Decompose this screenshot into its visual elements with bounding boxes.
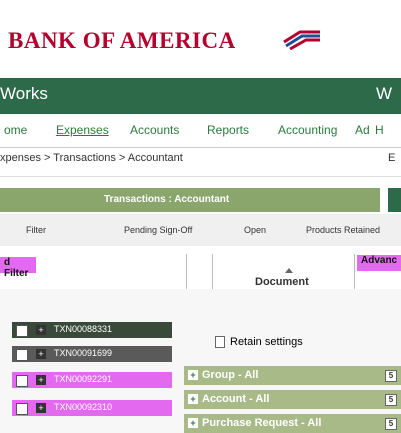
expand-icon[interactable]: + — [36, 403, 46, 413]
column-divider — [186, 254, 187, 292]
row-id: TXN00088331 — [54, 324, 113, 334]
breadcrumb: xpenses > Transactions > Accountant — [0, 152, 183, 164]
refresh-icon[interactable]: 5 — [385, 370, 397, 382]
panel-item-label: Group - All — [202, 369, 259, 381]
row-checkbox[interactable] — [16, 349, 28, 361]
nav-item-accounts[interactable]: Accounts — [130, 123, 179, 137]
breadcrumb-right: E — [388, 152, 396, 164]
nav-item-accounting[interactable]: Accounting — [278, 123, 337, 137]
column-header-document[interactable]: Document — [255, 276, 309, 288]
panel-item-label: Purchase Request - All — [202, 417, 322, 429]
sort-arrow-icon[interactable] — [285, 268, 293, 273]
divider — [0, 176, 401, 177]
panel-item-label: Account - All — [202, 393, 270, 405]
retain-settings-label: Retain settings — [230, 336, 303, 348]
main-nav: ome Expenses Accounts Reports Accounting… — [0, 116, 401, 144]
row-id: TXN00092310 — [54, 402, 113, 412]
bank-logo-text: BANK OF AMERICA — [8, 28, 236, 53]
tab-strip-end — [388, 188, 401, 212]
refresh-icon[interactable]: 5 — [385, 418, 397, 430]
flag-logo-icon — [283, 30, 320, 50]
app-title-right: W — [376, 84, 393, 103]
toolbar-pending-sign-off[interactable]: Pending Sign-Off — [124, 225, 192, 235]
expand-icon[interactable]: + — [36, 325, 46, 335]
nav-item-reports[interactable]: Reports — [207, 123, 249, 137]
toolbar-filter[interactable]: Filter — [26, 225, 46, 235]
panel-item-account[interactable]: + Account - All 5 — [184, 390, 401, 409]
table-row[interactable]: + TXN00091699 — [12, 346, 172, 362]
retain-settings-checkbox[interactable] — [215, 336, 225, 348]
row-id: TXN00091699 — [54, 348, 113, 358]
nav-divider — [0, 147, 401, 148]
table-row[interactable]: + TXN00092310 — [12, 400, 172, 416]
panel-item-purchase-request[interactable]: + Purchase Request - All 5 — [184, 414, 401, 433]
toolbar-products-retained[interactable]: Products Retained — [306, 225, 380, 235]
header-logo-bar: BANK OF AMERICA — [0, 0, 401, 75]
column-divider — [212, 254, 213, 292]
advanced-button[interactable]: Advanc — [357, 255, 401, 271]
plus-icon[interactable]: + — [188, 394, 198, 404]
row-checkbox[interactable] — [16, 375, 28, 387]
expand-icon[interactable]: + — [36, 375, 46, 385]
panel-item-group[interactable]: + Group - All 5 — [184, 366, 401, 385]
row-checkbox[interactable] — [16, 403, 28, 415]
tab-strip: Transactions : Accountant — [0, 188, 380, 212]
expand-icon[interactable]: + — [36, 349, 46, 359]
nav-item-admin[interactable]: Ad — [355, 123, 370, 137]
plus-icon[interactable]: + — [188, 370, 198, 380]
nav-item-home[interactable]: ome — [4, 123, 27, 137]
app-title-bar: Works W — [0, 78, 401, 114]
tab-transactions[interactable]: Transactions : Accountant — [104, 194, 229, 205]
plus-icon[interactable]: + — [188, 418, 198, 428]
row-checkbox[interactable] — [16, 325, 28, 337]
table-row[interactable]: + TXN00092291 — [12, 372, 172, 388]
table-row[interactable]: + TXN00088331 — [12, 322, 172, 338]
nav-item-expenses[interactable]: Expenses — [56, 123, 109, 137]
nav-item-help[interactable]: H — [375, 123, 384, 137]
app-title: Works — [0, 84, 48, 103]
row-id: TXN00092291 — [54, 374, 113, 384]
column-divider — [354, 254, 355, 292]
refresh-icon[interactable]: 5 — [385, 394, 397, 406]
toolbar: Filter Pending Sign-Off Open Products Re… — [0, 214, 401, 246]
filter-button[interactable]: d Filter — [0, 257, 36, 279]
toolbar-open[interactable]: Open — [244, 225, 266, 235]
